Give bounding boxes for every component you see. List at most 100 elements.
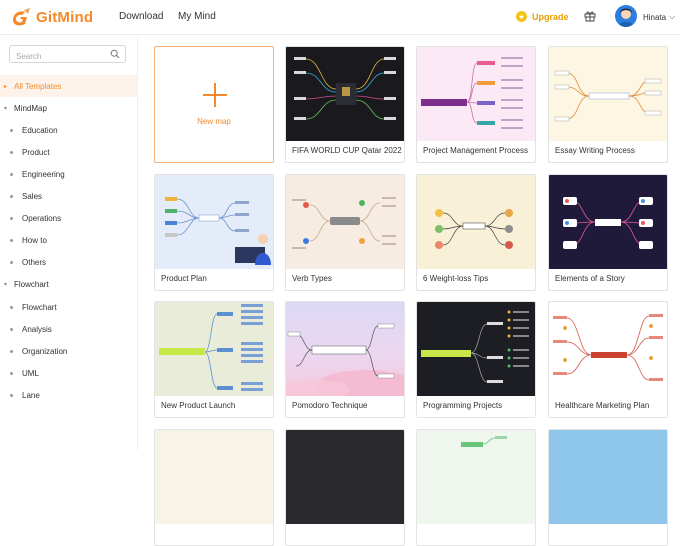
template-card[interactable]: Elements of a Story bbox=[548, 174, 668, 291]
sidebar-item-label: Others bbox=[22, 257, 47, 267]
template-card[interactable]: 6 Weight-loss Tips bbox=[416, 174, 536, 291]
sidebar-item-flowchart[interactable]: Flowchart bbox=[0, 296, 137, 318]
template-title: Project Management Process bbox=[423, 146, 528, 155]
bullet-icon bbox=[10, 172, 13, 176]
chevron-down-icon: ⌵ bbox=[669, 12, 676, 21]
upgrade-label: Upgrade bbox=[532, 11, 569, 22]
sidebar-item-uml[interactable]: UML bbox=[0, 362, 137, 384]
bullet-icon bbox=[10, 260, 13, 264]
user-menu[interactable]: Hinata ⌵ bbox=[643, 12, 675, 22]
brand-logo[interactable]: GitMind bbox=[10, 7, 93, 27]
bullet-icon bbox=[10, 150, 13, 154]
template-thumbnail bbox=[549, 47, 667, 141]
template-card[interactable]: Essay Writing Process bbox=[548, 46, 668, 163]
template-card[interactable]: Programming Projects bbox=[416, 301, 536, 418]
template-thumbnail bbox=[155, 175, 273, 269]
bullet-icon bbox=[10, 128, 13, 132]
sidebar-item-education[interactable]: Education bbox=[0, 119, 137, 141]
nav-my-mind[interactable]: My Mind bbox=[178, 11, 216, 22]
template-card[interactable]: Product Plan bbox=[154, 174, 274, 291]
sidebar-item-label: All Templates bbox=[14, 81, 62, 91]
template-card[interactable] bbox=[416, 429, 536, 546]
template-card[interactable]: Verb Types bbox=[285, 174, 405, 291]
bullet-icon bbox=[10, 371, 13, 375]
sidebar-item-organization[interactable]: Organization bbox=[0, 340, 137, 362]
bullet-icon bbox=[10, 393, 13, 397]
template-title: Verb Types bbox=[292, 274, 332, 283]
top-bar: GitMind Download My Mind ★ Upgrade Hinat… bbox=[0, 0, 680, 35]
template-thumbnail bbox=[286, 175, 404, 269]
new-map-card[interactable]: New map bbox=[154, 46, 274, 163]
sidebar-item-others[interactable]: Others bbox=[0, 251, 137, 273]
new-map-label: New map bbox=[197, 117, 231, 126]
template-thumbnail bbox=[417, 430, 535, 524]
template-title: Elements of a Story bbox=[555, 274, 625, 283]
caret-down-icon: ▾ bbox=[4, 281, 8, 288]
sidebar-item-operations[interactable]: Operations bbox=[0, 207, 137, 229]
crown-icon: ★ bbox=[516, 11, 527, 22]
template-thumbnail bbox=[417, 47, 535, 141]
template-title: Pomodoro Technique bbox=[292, 401, 368, 410]
template-title: New Product Launch bbox=[161, 401, 236, 410]
sidebar-item-lane[interactable]: Lane bbox=[0, 384, 137, 406]
user-avatar[interactable] bbox=[615, 5, 637, 27]
bullet-icon bbox=[10, 349, 13, 353]
template-card[interactable] bbox=[548, 429, 668, 546]
sidebar-item-label: Lane bbox=[22, 390, 40, 400]
bullet-icon bbox=[10, 305, 13, 309]
template-thumbnail bbox=[417, 302, 535, 396]
sidebar-item-product[interactable]: Product bbox=[0, 141, 137, 163]
sidebar-item-label: MindMap bbox=[14, 103, 47, 113]
plus-icon bbox=[203, 83, 227, 107]
gift-icon[interactable] bbox=[584, 10, 596, 22]
caret-right-icon: ▸ bbox=[4, 83, 8, 90]
template-thumbnail bbox=[549, 430, 667, 524]
template-thumbnail bbox=[155, 302, 273, 396]
sidebar-item-label: Operations bbox=[22, 213, 62, 223]
template-title: Programming Projects bbox=[423, 401, 503, 410]
template-card[interactable]: Pomodoro Technique bbox=[285, 301, 405, 418]
upgrade-button[interactable]: ★ Upgrade bbox=[516, 11, 569, 22]
template-card[interactable]: New Product Launch bbox=[154, 301, 274, 418]
search-input[interactable] bbox=[10, 48, 105, 65]
template-card[interactable]: Healthcare Marketing Plan bbox=[548, 301, 668, 418]
sidebar-item-label: How to bbox=[22, 235, 47, 245]
brand-name: GitMind bbox=[36, 8, 94, 26]
template-title: FIFA WORLD CUP Qatar 2022 bbox=[292, 146, 402, 155]
nav-download[interactable]: Download bbox=[119, 11, 163, 22]
sidebar-group-flowchart[interactable]: ▾ Flowchart bbox=[0, 273, 137, 295]
gitmind-logo-icon bbox=[13, 8, 30, 26]
sidebar-item-sales[interactable]: Sales bbox=[0, 185, 137, 207]
bullet-icon bbox=[10, 194, 13, 198]
template-card[interactable] bbox=[154, 429, 274, 546]
sidebar-item-all-templates[interactable]: ▸ All Templates bbox=[0, 75, 137, 97]
search-box bbox=[9, 45, 126, 65]
sidebar-item-label: Education bbox=[22, 125, 58, 135]
sidebar-item-label: UML bbox=[22, 368, 39, 378]
template-thumbnail bbox=[549, 302, 667, 396]
template-card[interactable] bbox=[285, 429, 405, 546]
template-thumbnail bbox=[549, 175, 667, 269]
template-card[interactable]: FIFA WORLD CUP Qatar 2022 bbox=[285, 46, 405, 163]
sidebar-item-analysis[interactable]: Analysis bbox=[0, 318, 137, 340]
sidebar-item-label: Sales bbox=[22, 191, 43, 201]
sidebar-item-label: Engineering bbox=[22, 169, 65, 179]
sidebar-item-engineering[interactable]: Engineering bbox=[0, 163, 137, 185]
sidebar-item-label: Organization bbox=[22, 346, 68, 356]
template-card[interactable]: Project Management Process bbox=[416, 46, 536, 163]
sidebar-item-label: Product bbox=[22, 147, 50, 157]
caret-down-icon: ▾ bbox=[4, 105, 8, 112]
bullet-icon bbox=[10, 216, 13, 220]
template-thumbnail bbox=[286, 302, 404, 396]
search-icon[interactable] bbox=[110, 49, 120, 59]
sidebar-item-label: Flowchart bbox=[14, 279, 49, 289]
sidebar-item-label: Analysis bbox=[22, 324, 52, 334]
sidebar-group-mindmap[interactable]: ▾ MindMap bbox=[0, 97, 137, 119]
sidebar-item-how-to[interactable]: How to bbox=[0, 229, 137, 251]
bullet-icon bbox=[10, 327, 13, 331]
template-thumbnail bbox=[155, 430, 273, 524]
template-title: Essay Writing Process bbox=[555, 146, 635, 155]
template-thumbnail bbox=[286, 430, 404, 524]
sidebar-item-label: Flowchart bbox=[22, 302, 57, 312]
bullet-icon bbox=[10, 238, 13, 242]
